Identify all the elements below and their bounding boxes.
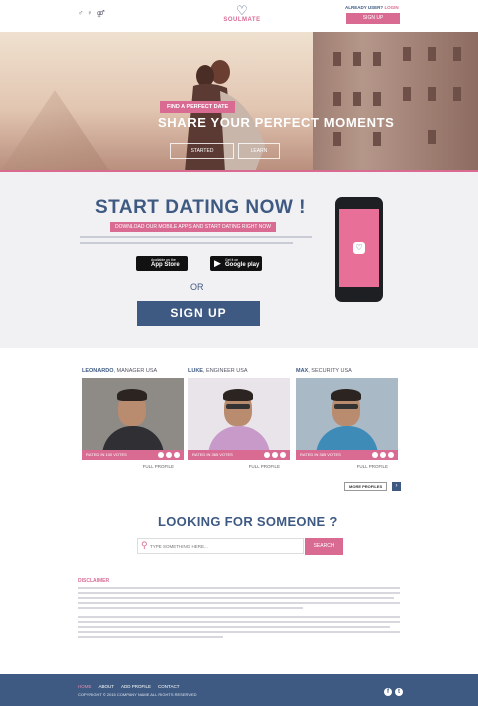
profile-rating-bar: RATED IN 365 VOTES [296, 450, 398, 460]
chevron-right-icon[interactable]: › [392, 482, 401, 491]
heart-logo-icon: ♡ [236, 3, 248, 18]
couple-icon[interactable]: ⚤ [97, 10, 105, 18]
full-profile-link[interactable]: FULL PROFILE [82, 464, 184, 469]
building-image [313, 32, 478, 172]
search-input[interactable] [150, 542, 300, 551]
footer-link-add-profile[interactable]: ADD PROFILE [121, 684, 151, 689]
pyramid-image [0, 90, 110, 172]
gender-icons: ♂ ♀ ⚤ [78, 10, 105, 18]
hero-title: SHARE YOUR PERFECT MOMENTS [158, 115, 395, 130]
site-header: ♂ ♀ ⚤ ♡ SOULMATE ALREADY USER? LOGIN SIG… [0, 0, 478, 32]
disclaimer-text [78, 587, 400, 641]
profile-card: MAX, SECURITY USA RATED IN 365 VOTES FUL… [296, 368, 398, 469]
search-button[interactable]: SEARCH [305, 538, 343, 555]
app-heart-icon: ♡ [353, 242, 365, 254]
hero-banner: FIND A PERFECT DATE SHARE YOUR PERFECT M… [0, 32, 478, 172]
profile-photo[interactable] [188, 378, 290, 450]
profile-photo[interactable] [82, 378, 184, 450]
profile-card: LEONARDO, MANAGER USA RATED IN 100 VOTES… [82, 368, 184, 469]
download-apps-subtitle: DOWNLOAD OUR MOBILE APPS AND START DATIN… [110, 222, 276, 232]
start-dating-title: START DATING NOW ! [95, 197, 306, 218]
app-store-button[interactable]: Available on the App Store [136, 256, 188, 271]
logo[interactable]: ♡ SOULMATE [220, 4, 264, 23]
footer-link-contact[interactable]: CONTACT [158, 684, 179, 689]
search-icon: ⚲ [141, 540, 148, 550]
profiles-section: LEONARDO, MANAGER USA RATED IN 100 VOTES… [0, 348, 478, 503]
profile-rating-bar: RATED IN 100 VOTES [82, 450, 184, 460]
female-icon[interactable]: ♀ [87, 10, 92, 18]
more-profiles-button[interactable]: MORE PROFILES [344, 482, 388, 491]
profile-photo[interactable] [296, 378, 398, 450]
star-icon[interactable] [280, 452, 286, 458]
twitter-icon[interactable]: t [395, 688, 403, 696]
placeholder-paragraph [80, 236, 312, 252]
header-signup-button[interactable]: SIGN UP [346, 13, 400, 24]
hero-tag: FIND A PERFECT DATE [160, 101, 236, 113]
get-started-button[interactable]: STARTED [170, 143, 234, 159]
profile-name: LUKE, ENGINEER USA [188, 368, 248, 374]
google-play-button[interactable]: ▶ Get it on Google play [210, 256, 262, 271]
profile-card: LUKE, ENGINEER USA RATED IN 365 VOTES FU… [188, 368, 290, 469]
copyright-text: COPYRIGHT © 2015 COMPANY NAME ALL RIGHTS… [78, 692, 197, 697]
footer-link-home[interactable]: HOME [78, 684, 92, 689]
star-icon[interactable] [388, 452, 394, 458]
already-user-text: ALREADY USER? LOGIN [345, 5, 399, 10]
facebook-icon[interactable]: f [384, 688, 392, 696]
heart-icon[interactable] [264, 452, 270, 458]
start-dating-section: START DATING NOW ! DOWNLOAD OUR MOBILE A… [0, 172, 478, 348]
search-box: ⚲ [137, 538, 304, 554]
male-icon[interactable]: ♂ [78, 10, 83, 18]
social-links: f t [384, 688, 403, 696]
disclaimer-title: DISCLAIMER [78, 578, 110, 584]
or-text: OR [190, 282, 204, 292]
phone-mockup: ♡ [335, 197, 383, 302]
profile-rating-bar: RATED IN 365 VOTES [188, 450, 290, 460]
heart-icon[interactable] [158, 452, 164, 458]
footer-nav: HOME ABOUT ADD PROFILE CONTACT [78, 684, 179, 689]
message-icon[interactable] [166, 452, 172, 458]
star-icon[interactable] [174, 452, 180, 458]
heart-icon[interactable] [372, 452, 378, 458]
footer-link-about[interactable]: ABOUT [99, 684, 115, 689]
learn-more-button[interactable]: LEARN [238, 143, 280, 159]
full-profile-link[interactable]: FULL PROFILE [296, 464, 398, 469]
profile-name: MAX, SECURITY USA [296, 368, 352, 374]
logo-text: SOULMATE [223, 17, 261, 23]
message-icon[interactable] [380, 452, 386, 458]
profile-name: LEONARDO, MANAGER USA [82, 368, 158, 374]
play-icon: ▶ [214, 258, 221, 268]
signup-button[interactable]: SIGN UP [137, 301, 260, 326]
login-link[interactable]: LOGIN [384, 5, 398, 10]
looking-for-title: LOOKING FOR SOMEONE ? [158, 514, 338, 529]
message-icon[interactable] [272, 452, 278, 458]
site-footer: HOME ABOUT ADD PROFILE CONTACT COPYRIGHT… [0, 674, 478, 706]
full-profile-link[interactable]: FULL PROFILE [188, 464, 290, 469]
